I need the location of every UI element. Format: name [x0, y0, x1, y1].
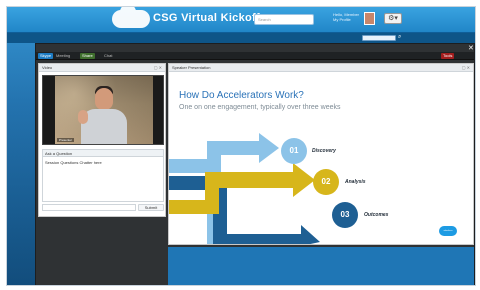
meeting-toolbar: Skype Meeting Share Chat Tools: [36, 52, 474, 60]
step-2-number: 02: [321, 177, 331, 186]
video-label: Presenter: [57, 138, 75, 142]
search-input[interactable]: Search: [254, 14, 314, 25]
sub-bar: ⌕: [7, 33, 475, 43]
slide-panel: Speaker Presentation ▢ ✕ How Do Accelera…: [168, 63, 474, 245]
left-panel: Video ▢ ✕ Presenter Ask a Question Sessi…: [38, 63, 166, 217]
toolbar-item-chat[interactable]: Chat: [102, 53, 114, 59]
qa-text: Session Questions Chatter here: [45, 160, 102, 165]
step-1-number: 01: [289, 146, 299, 155]
accelerator-diagram: [169, 133, 358, 244]
avatar[interactable]: [364, 12, 375, 25]
toolbar-item-skype[interactable]: Skype: [38, 53, 54, 59]
welcome-block: Hello, Member My Profile: [333, 12, 359, 22]
video-feed: Presenter: [42, 75, 164, 145]
welcome-line-2[interactable]: My Profile: [333, 17, 359, 22]
submit-button[interactable]: Submit: [138, 204, 164, 211]
video-panel-header: Video ▢ ✕: [39, 64, 165, 72]
step-3-number: 03: [340, 210, 350, 219]
app-title: CSG Virtual Kickoff: [153, 12, 260, 24]
qa-panel: Ask a Question Session Questions Chatter…: [42, 149, 164, 202]
presentation-slide: How Do Accelerators Work? One on one eng…: [169, 72, 473, 244]
panel-controls-icon[interactable]: ▢ ✕: [154, 64, 162, 72]
toolbar-item-tools[interactable]: Tools: [441, 53, 455, 59]
toolbar-item-meeting[interactable]: Meeting: [54, 53, 72, 59]
app-frame: CSG Virtual Kickoff Search Hello, Member…: [6, 6, 476, 286]
video-frame: [55, 76, 153, 144]
video-panel-title: Video: [42, 65, 53, 70]
cloud-logo-icon: [112, 7, 150, 28]
meeting-window: ✕ Skype Meeting Share Chat Tools Video ▢…: [35, 43, 475, 285]
qa-header: Ask a Question: [43, 150, 163, 157]
sub-search-input[interactable]: [362, 35, 396, 41]
salesforce-logo-icon: salesforce: [439, 226, 457, 236]
step-1-label: Discovery: [312, 148, 336, 154]
slide-panel-controls-icon[interactable]: ▢ ✕: [462, 64, 470, 72]
sub-search-icon[interactable]: ⌕: [398, 34, 401, 41]
step-3-label: Outcomes: [364, 212, 389, 218]
gear-icon: ⚙▾: [388, 15, 398, 22]
top-bar: CSG Virtual Kickoff Search Hello, Member…: [7, 7, 475, 33]
presenter-head: [95, 88, 113, 110]
slide-panel-header: Speaker Presentation ▢ ✕: [169, 64, 473, 72]
close-icon[interactable]: ✕: [468, 45, 475, 52]
presenter-hand: [78, 110, 88, 124]
presentation-footer-area: [168, 247, 474, 285]
toolbar-item-share[interactable]: Share: [80, 53, 95, 59]
settings-button[interactable]: ⚙▾: [384, 13, 402, 24]
step-2-label: Analysis: [345, 179, 366, 185]
qa-input[interactable]: [42, 204, 136, 211]
slide-panel-title: Speaker Presentation: [172, 65, 211, 70]
